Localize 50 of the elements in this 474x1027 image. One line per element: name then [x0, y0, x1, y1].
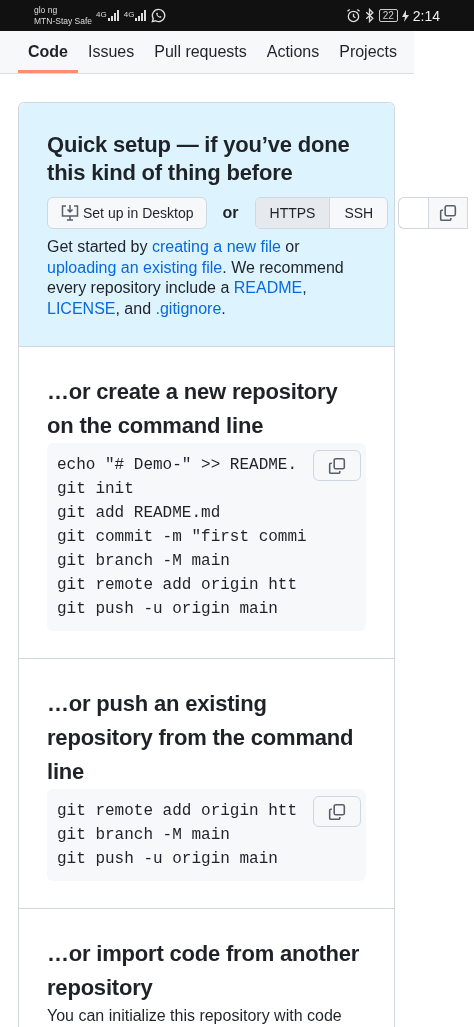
nav-tab[interactable]: Actions	[256, 31, 330, 73]
code-line: git commit -m "first commi	[57, 527, 307, 548]
charging-bolt-icon	[401, 9, 409, 22]
code-line: git add README.md	[57, 503, 221, 524]
copy-icon	[328, 456, 346, 475]
section-text: You can initialize this repository with code	[47, 1006, 343, 1026]
code-line: git branch -M main	[57, 551, 230, 572]
text-link[interactable]: README	[233, 279, 303, 296]
bluetooth-icon	[364, 8, 375, 23]
carrier-name: MTN-Stay Safe	[34, 15, 93, 27]
alarm-clock-icon	[345, 8, 361, 23]
code-line: git remote add origin htt	[57, 801, 298, 822]
copy-icon	[328, 802, 346, 821]
desktop-download-icon	[60, 204, 80, 222]
nav-tab[interactable]: Issues	[78, 31, 145, 73]
code-line: git push -u origin main	[57, 849, 278, 870]
section-heading: …or create a new repository on the command line	[47, 378, 339, 440]
copy-button[interactable]	[428, 197, 469, 229]
network-type-text: 4G	[123, 10, 135, 19]
code-line: echo "# Demo-" >> README.	[57, 455, 298, 476]
text-link[interactable]: creating a new file	[151, 238, 281, 255]
text-link[interactable]: LICENSE	[47, 299, 116, 317]
section-heading: …or push an existing repository from the command line	[47, 690, 355, 786]
section-heading: …or import code from another repository	[47, 940, 361, 1002]
network-type-text: 4G	[96, 10, 107, 19]
copy-button[interactable]	[313, 796, 361, 827]
copy-icon	[439, 204, 458, 222]
nav-tab[interactable]: Code	[18, 31, 78, 73]
section-heading: Quick setup — if you’ve done this kind of thing before	[47, 131, 351, 187]
copy-button[interactable]	[313, 450, 361, 481]
code-line: git remote add origin htt	[57, 575, 298, 596]
intro-paragraph: Get started by creating a new file or uploading an existing file. We recommend every repository include a README, LICENSE, and .gitignore.	[47, 237, 345, 319]
carrier-name: glo ng	[34, 4, 59, 16]
code-line: git init	[57, 479, 134, 500]
or-label: or	[222, 204, 239, 222]
text-link[interactable]: .gitignore	[155, 299, 222, 317]
protocol-toggle[interactable]: SSH	[330, 198, 388, 228]
chat-bubble-icon	[151, 8, 167, 23]
code-line: git branch -M main	[57, 825, 230, 846]
nav-tab[interactable]: Pull requests	[144, 31, 257, 73]
protocol-toggle[interactable]: HTTPS	[255, 198, 331, 228]
url-input-field[interactable]	[398, 197, 429, 229]
signal-icon	[135, 10, 148, 21]
signal-icon	[107, 10, 120, 21]
nav-tab[interactable]: Projects	[329, 31, 407, 73]
text-link[interactable]: uploading an existing file	[47, 258, 223, 276]
clock-time: 2:14	[412, 7, 440, 24]
desktop-setup-button[interactable]: Set up in Desktop	[47, 197, 207, 229]
code-line: git push -u origin main	[57, 599, 278, 620]
battery-indicator: 22	[378, 9, 398, 22]
